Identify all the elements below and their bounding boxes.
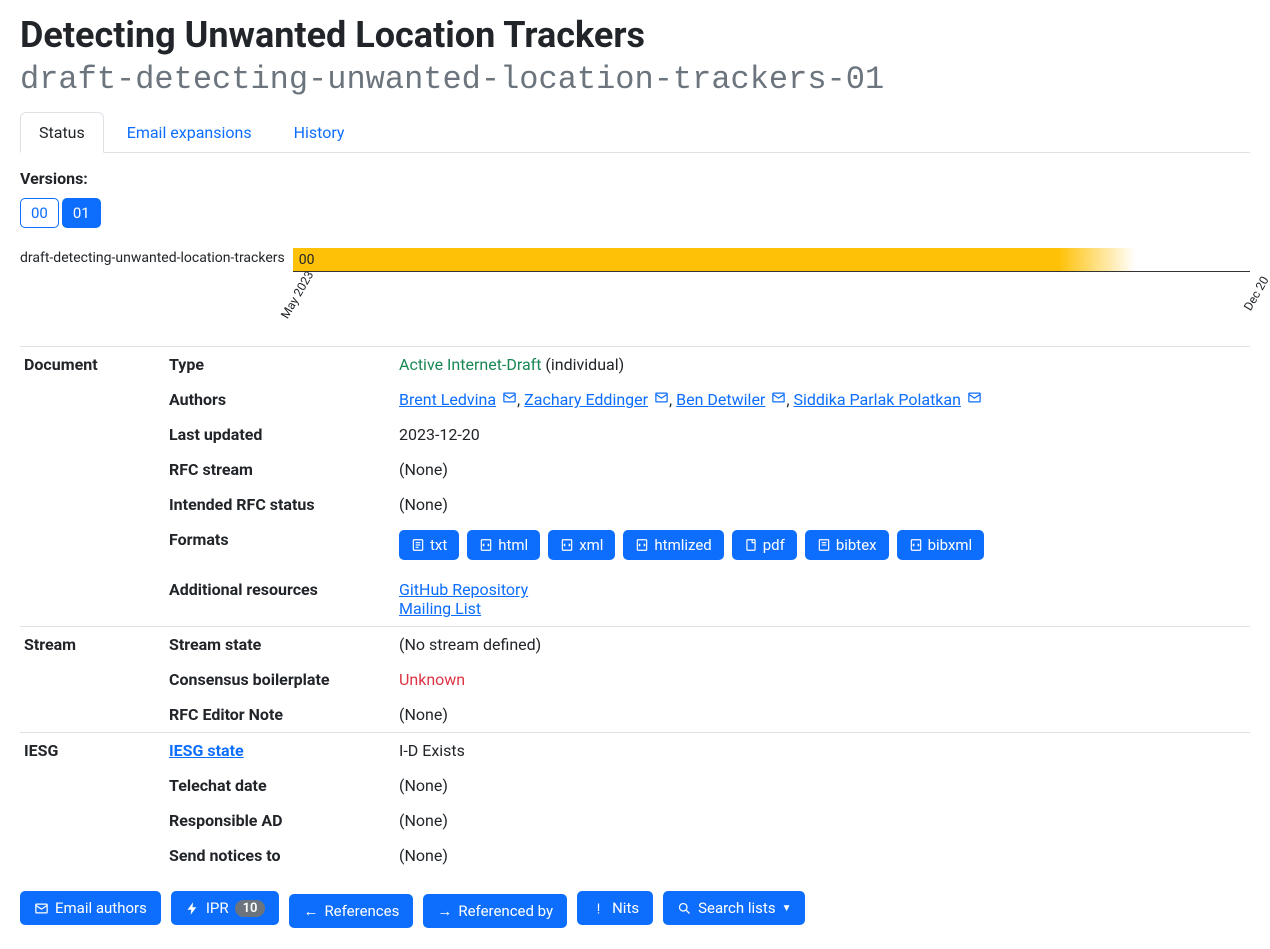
version-01[interactable]: 01	[62, 198, 101, 228]
type-status: Active Internet-Draft	[399, 355, 541, 374]
mail-icon[interactable]	[654, 390, 669, 409]
format-pdf-button[interactable]: pdf	[732, 530, 797, 560]
ipr-button[interactable]: IPR 10	[171, 891, 280, 925]
label-additional-resources: Additional resources	[165, 572, 395, 627]
tab-status[interactable]: Status	[20, 112, 104, 153]
label-rfc-editor-note: RFC Editor Note	[165, 697, 395, 733]
referenced-by-button[interactable]: → Referenced by	[423, 894, 567, 928]
timeline-tick-end: Dec 20	[1241, 274, 1270, 313]
group-iesg: IESG	[20, 733, 165, 769]
tab-email-expansions[interactable]: Email expansions	[108, 112, 271, 153]
label-authors: Authors	[165, 382, 395, 417]
label-consensus: Consensus boilerplate	[165, 662, 395, 697]
value-rfc-editor-note: (None)	[395, 697, 1250, 733]
version-00[interactable]: 00	[20, 198, 59, 228]
ipr-count-badge: 10	[235, 900, 266, 917]
nits-button[interactable]: Nits	[577, 891, 653, 925]
timeline-draft-name: draft-detecting-unwanted-location-tracke…	[20, 248, 293, 266]
label-telechat: Telechat date	[165, 768, 395, 803]
arrow-left-icon: ←	[303, 902, 318, 920]
search-lists-button[interactable]: Search lists ▼	[663, 891, 805, 925]
author-link[interactable]: Siddika Parlak Polatkan	[793, 390, 961, 409]
mail-icon[interactable]	[771, 390, 786, 409]
page-title: Detecting Unwanted Location Trackers	[20, 14, 1250, 57]
references-button[interactable]: ← References	[289, 894, 413, 928]
formats-cell: txt html xml htmlized pdf bibtex bibxml	[395, 522, 1250, 572]
value-stream-state: (No stream defined)	[395, 627, 1250, 663]
label-formats: Formats	[165, 522, 395, 572]
value-consensus: Unknown	[395, 662, 1250, 697]
value-last-updated: 2023-12-20	[395, 417, 1250, 452]
author-link[interactable]: Zachary Eddinger	[524, 390, 648, 409]
value-iesg-state: I-D Exists	[395, 733, 1250, 769]
timeline: draft-detecting-unwanted-location-tracke…	[20, 248, 1250, 342]
type-suffix: (individual)	[541, 355, 624, 374]
label-responsible-ad: Responsible AD	[165, 803, 395, 838]
draft-subtitle: draft-detecting-unwanted-location-tracke…	[20, 61, 1250, 98]
label-intended-status: Intended RFC status	[165, 487, 395, 522]
value-send-notices: (None)	[395, 838, 1250, 873]
timeline-tick-start: May 2023	[278, 269, 316, 322]
action-bar: Email authors IPR 10 ← References → Refe…	[20, 891, 1250, 928]
tab-history[interactable]: History	[275, 112, 364, 153]
value-responsible-ad: (None)	[395, 803, 1250, 838]
value-intended-status: (None)	[395, 487, 1250, 522]
value-rfc-stream: (None)	[395, 452, 1250, 487]
metadata-table: Document Type Active Internet-Draft (ind…	[20, 346, 1250, 873]
author-link[interactable]: Brent Ledvina	[399, 390, 496, 409]
mail-icon[interactable]	[502, 390, 517, 409]
authors-cell: Brent Ledvina , Zachary Eddinger , Ben D…	[395, 382, 1250, 417]
arrow-right-icon: →	[437, 902, 452, 920]
tab-bar: Status Email expansions History	[20, 112, 1250, 153]
timeline-bar[interactable]: 00	[293, 248, 1250, 272]
author-link[interactable]: Ben Detwiler	[676, 390, 765, 409]
format-htmlized-button[interactable]: htmlized	[623, 530, 723, 560]
mailing-list-link[interactable]: Mailing List	[399, 599, 481, 618]
group-stream: Stream	[20, 627, 165, 663]
format-txt-button[interactable]: txt	[399, 530, 459, 560]
email-authors-button[interactable]: Email authors	[20, 891, 161, 925]
versions-label: Versions:	[20, 169, 1250, 188]
label-type: Type	[165, 347, 395, 383]
mail-icon[interactable]	[967, 390, 982, 409]
value-telechat: (None)	[395, 768, 1250, 803]
label-last-updated: Last updated	[165, 417, 395, 452]
label-send-notices: Send notices to	[165, 838, 395, 873]
group-document: Document	[20, 347, 165, 383]
format-xml-button[interactable]: xml	[548, 530, 615, 560]
label-stream-state: Stream state	[165, 627, 395, 663]
iesg-state-link[interactable]: IESG state	[169, 741, 244, 760]
format-bibxml-button[interactable]: bibxml	[897, 530, 985, 560]
format-html-button[interactable]: html	[467, 530, 540, 560]
label-rfc-stream: RFC stream	[165, 452, 395, 487]
caret-down-icon: ▼	[782, 903, 792, 914]
github-repo-link[interactable]: GitHub Repository	[399, 580, 528, 599]
version-badges: 00 01	[20, 198, 1250, 228]
format-bibtex-button[interactable]: bibtex	[805, 530, 889, 560]
